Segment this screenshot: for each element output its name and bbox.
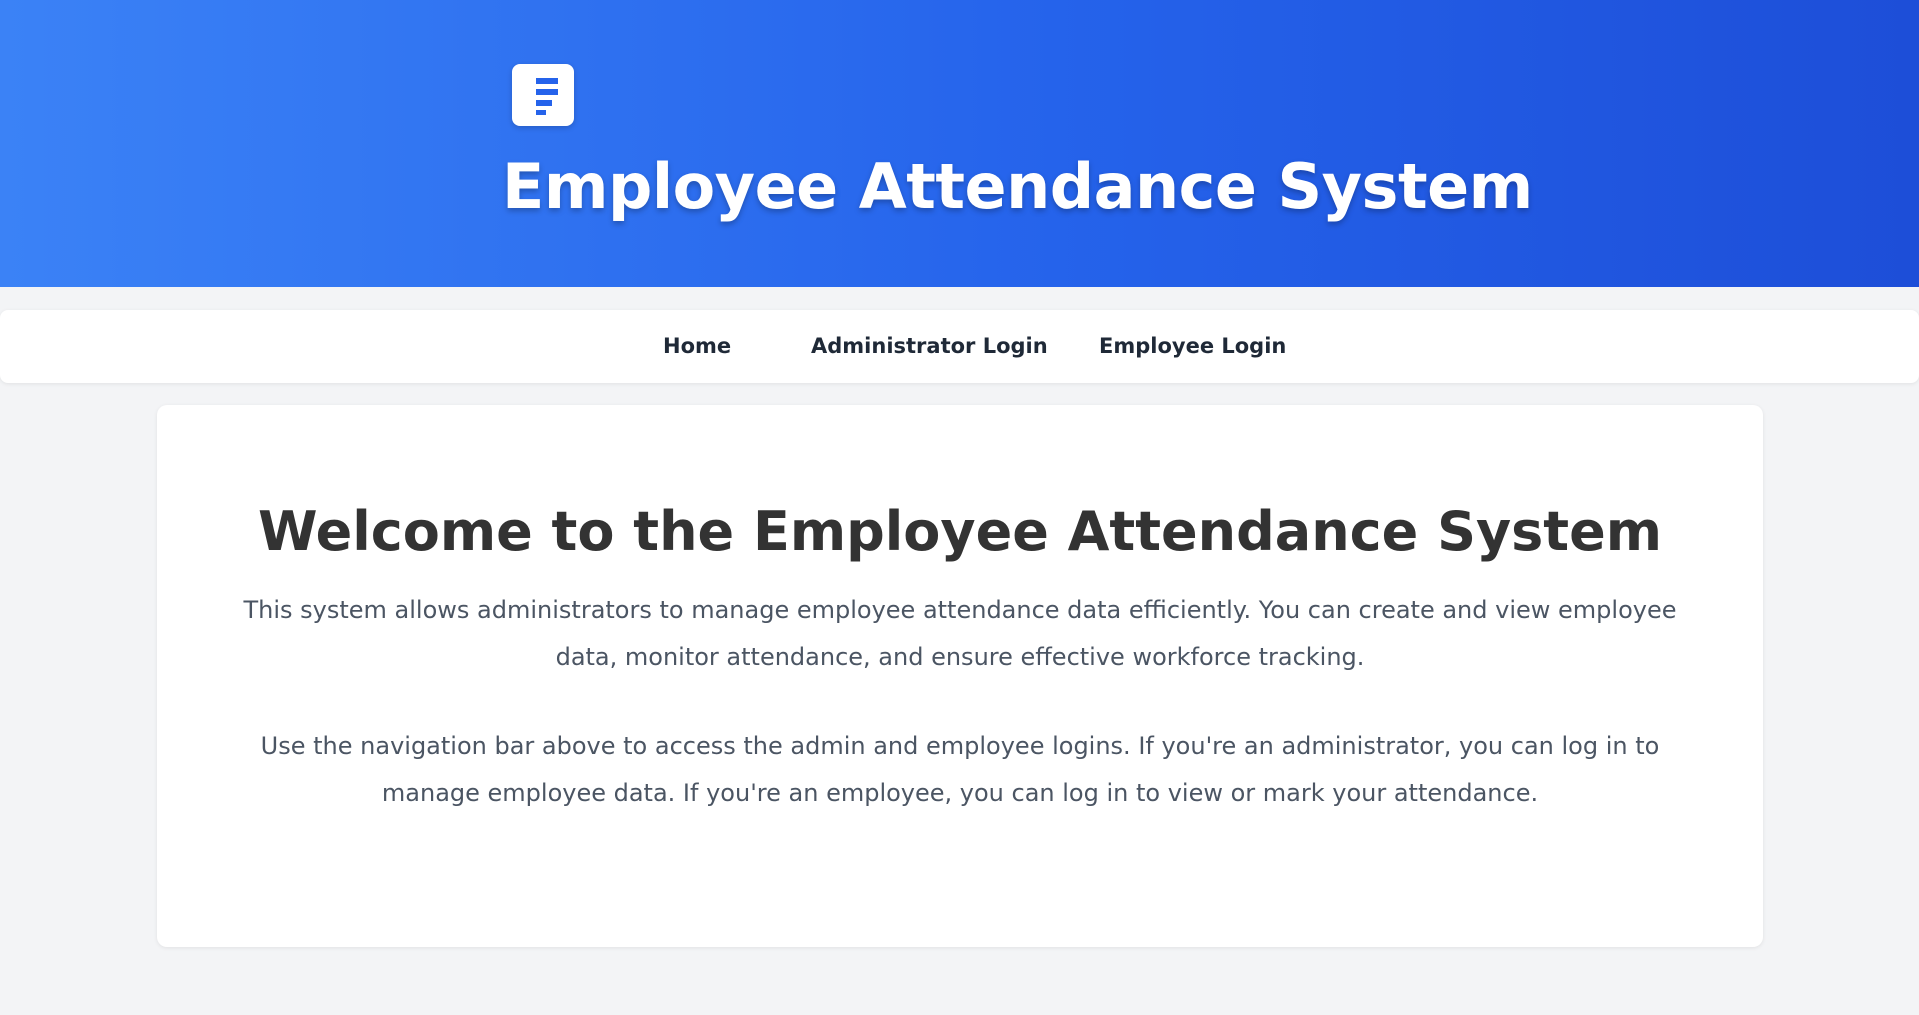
- instructions-paragraph: Use the navigation bar above to access t…: [260, 732, 1660, 807]
- nav-administrator-login-link[interactable]: Administrator Login: [811, 310, 1048, 383]
- site-title: Employee Attendance System: [502, 150, 1533, 223]
- welcome-card: Welcome to the Employee Attendance Syste…: [157, 405, 1763, 947]
- intro-paragraph: This system allows administrators to man…: [243, 596, 1677, 671]
- main-navbar: Home Administrator Login Employee Login: [0, 310, 1919, 383]
- welcome-heading: Welcome to the Employee Attendance Syste…: [257, 500, 1663, 563]
- site-header: Employee Attendance System: [0, 0, 1919, 287]
- nav-home-link[interactable]: Home: [663, 310, 731, 383]
- nav-employee-login-link[interactable]: Employee Login: [1099, 310, 1286, 383]
- document-icon: [512, 64, 574, 126]
